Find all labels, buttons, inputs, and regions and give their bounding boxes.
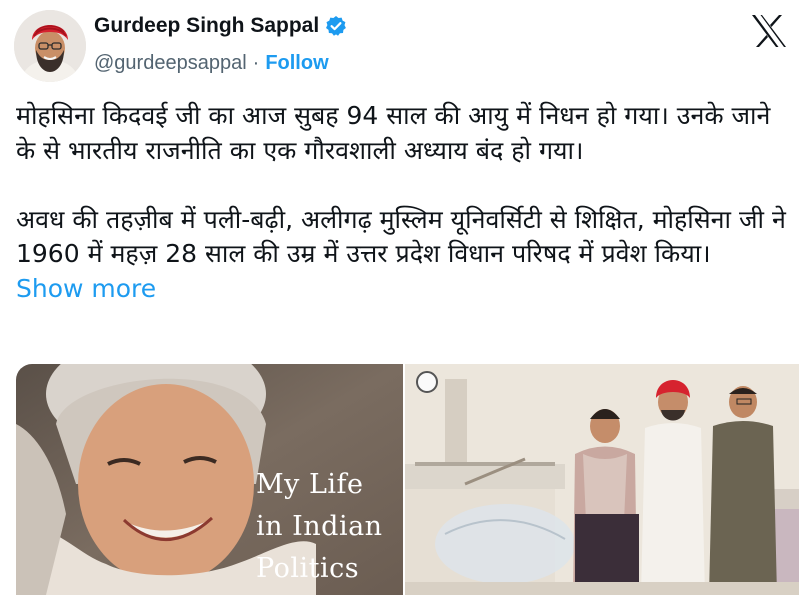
book-cover-title: My Life in Indian Politics (256, 469, 383, 584)
author-name[interactable]: Gurdeep Singh Sappal (94, 14, 319, 38)
tweet-body: मोहसिना किदवई जी का आज सुबह 94 साल की आय… (16, 101, 786, 268)
media-grid: My Life in Indian Politics (16, 364, 799, 595)
verified-badge-icon (325, 15, 347, 37)
book-cover-image[interactable]: My Life in Indian Politics (16, 364, 403, 595)
tweet-text: मोहसिना किदवई जी का आज सुबह 94 साल की आय… (16, 99, 786, 306)
author-handle[interactable]: @gurdeepsappal (94, 52, 247, 75)
visit-photo (405, 364, 799, 595)
visit-photo-image[interactable] (405, 364, 799, 595)
author-handle-row: @gurdeepsappal · Follow (94, 52, 329, 75)
follow-button[interactable]: Follow (265, 52, 328, 75)
separator-dot: · (252, 52, 260, 74)
avatar[interactable] (14, 10, 86, 82)
x-logo-icon[interactable] (751, 14, 787, 48)
avatar-image (14, 10, 86, 82)
author-name-row: Gurdeep Singh Sappal (94, 14, 347, 38)
show-more-link[interactable]: Show more (16, 274, 156, 303)
